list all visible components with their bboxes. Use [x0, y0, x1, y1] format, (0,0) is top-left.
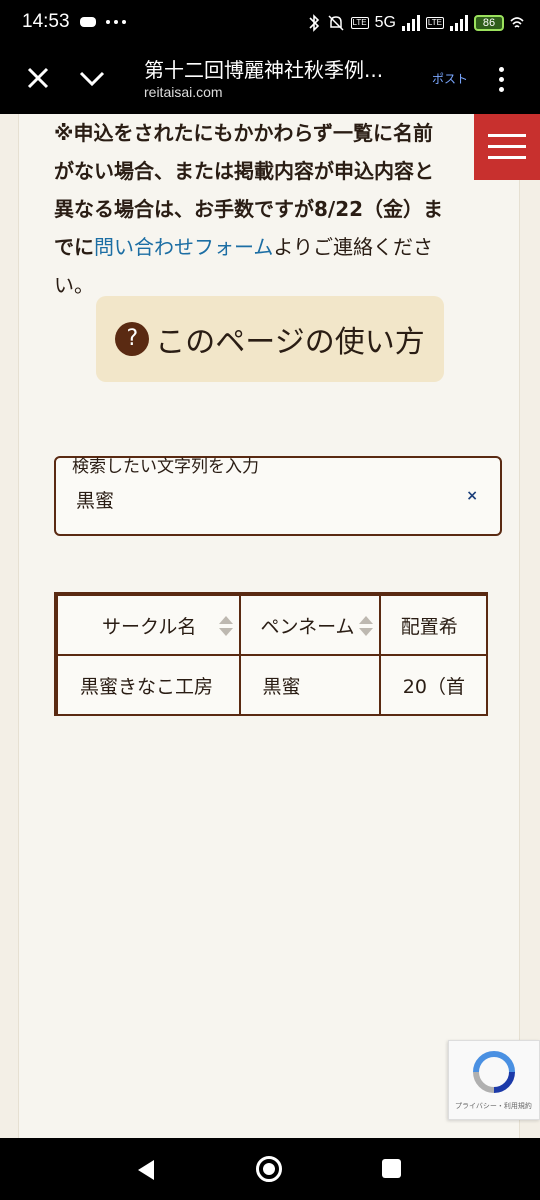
notice-line-1: ※申込をされたにもかかわらず一覧に名前: [54, 121, 434, 145]
notice-line-2: がない場合、または掲載内容が申込内容と: [54, 159, 434, 183]
mute-icon: [327, 15, 344, 31]
recent-apps-icon[interactable]: [382, 1159, 401, 1178]
column-header-pen-name[interactable]: ペンネーム: [238, 594, 381, 656]
more-options-icon[interactable]: [494, 64, 508, 94]
home-icon[interactable]: [256, 1156, 282, 1182]
howto-button[interactable]: ? このページの使い方: [96, 296, 444, 382]
battery-icon: 86: [474, 15, 504, 31]
column-header-circle-name[interactable]: サークル名: [56, 594, 241, 656]
recaptcha-text[interactable]: プライバシー・利用規約: [455, 1101, 532, 1111]
status-time: 14:53: [22, 11, 70, 32]
page-url: reitaisai.com: [144, 84, 223, 100]
howto-label: このページの使い方: [155, 325, 425, 360]
notice-line-4: でに問い合わせフォームよりご連絡くださ: [54, 228, 474, 266]
cell-placement: 20（首: [378, 654, 488, 714]
menu-button[interactable]: [474, 114, 540, 180]
search-field[interactable]: 検索したい文字列を入力 黒蜜 ×: [54, 456, 502, 536]
search-label: 検索したい文字列を入力: [72, 457, 259, 477]
volte-icon-2: LTE: [425, 17, 444, 29]
back-icon[interactable]: [138, 1160, 154, 1180]
browser-toolbar: 第十二回博麗神社秋季例... reitaisai.com ポスト: [0, 46, 540, 114]
game-controller-icon: [80, 17, 126, 27]
page-title: 第十二回博麗神社秋季例...: [144, 58, 384, 82]
signal-icon: [401, 15, 420, 31]
notice-text: ※申込をされたにもかかわらず一覧に名前 がない場合、または掲載内容が申込内容と …: [54, 114, 474, 304]
table-header-row: サークル名 ペンネーム 配置希: [56, 594, 488, 656]
chevron-down-icon[interactable]: [76, 62, 108, 94]
network-type: 5G: [374, 14, 396, 31]
navigation-bar: [0, 1138, 540, 1200]
status-bar: 14:53 LTE 5G LTE 86: [0, 0, 540, 46]
web-page: ※申込をされたにもかかわらず一覧に名前 がない場合、または掲載内容が申込内容と …: [0, 114, 540, 1138]
signal-icon-2: [450, 15, 468, 31]
clear-search-icon[interactable]: ×: [466, 488, 478, 504]
sort-icon[interactable]: [358, 616, 373, 638]
cell-pen-name: 黒蜜: [238, 654, 381, 714]
recaptcha-icon: [473, 1051, 515, 1093]
results-table-container[interactable]: サークル名 ペンネーム 配置希 黒蜜きなこ工房 黒蜜 20（首: [54, 592, 488, 716]
post-button[interactable]: ポスト: [432, 70, 468, 87]
notice-line-3: 異なる場合は、お手数ですが8/22（金）ま: [54, 197, 444, 221]
notice-line-4-prefix: でに: [54, 235, 94, 259]
column-header-placement[interactable]: 配置希: [378, 594, 488, 656]
table-row: 黒蜜きなこ工房 黒蜜 20（首: [56, 654, 488, 714]
sort-icon[interactable]: [218, 616, 233, 638]
volte-icon: LTE: [350, 17, 369, 29]
wifi-icon: [510, 17, 524, 28]
cell-circle-name: 黒蜜きなこ工房: [56, 654, 241, 714]
results-table: サークル名 ペンネーム 配置希 黒蜜きなこ工房 黒蜜 20（首: [56, 594, 488, 714]
notice-line-4-suffix: よりご連絡くださ: [273, 235, 434, 259]
recaptcha-badge[interactable]: プライバシー・利用規約: [448, 1040, 540, 1120]
status-right: LTE 5G LTE 86: [307, 12, 525, 34]
close-icon[interactable]: [22, 62, 54, 94]
question-icon: ?: [115, 322, 150, 356]
bluetooth-icon: [308, 14, 319, 32]
search-input[interactable]: 黒蜜: [76, 486, 114, 513]
contact-form-link[interactable]: 問い合わせフォーム: [94, 235, 273, 259]
notification-icons: [80, 12, 140, 37]
